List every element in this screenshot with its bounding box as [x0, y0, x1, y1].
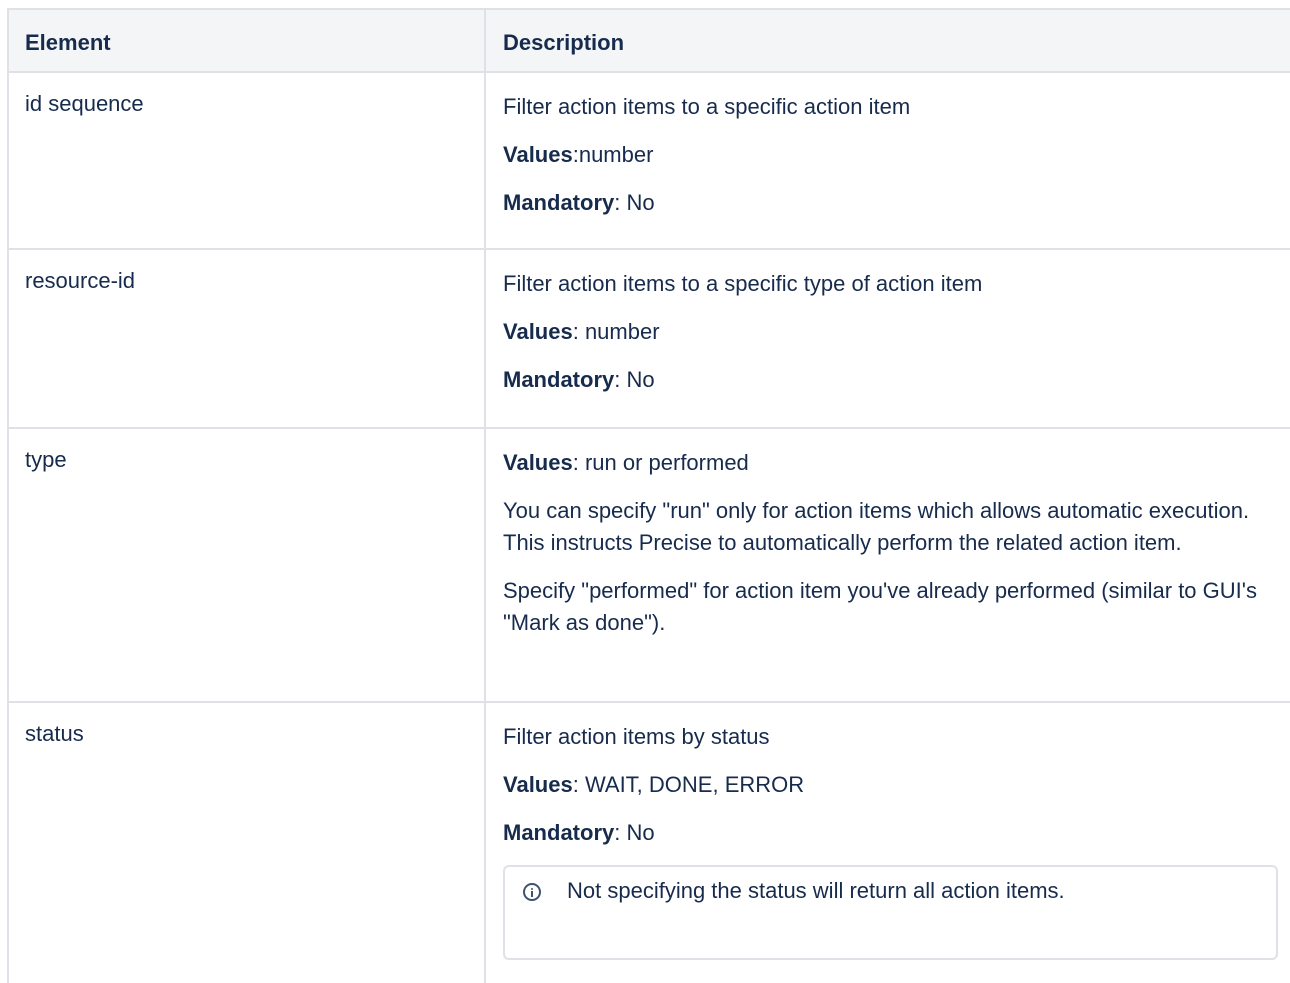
values-label: Values [503, 450, 573, 475]
values-value: : run or performed [572, 450, 749, 475]
element-cell: type [7, 427, 486, 703]
mandatory-value: : No [614, 367, 655, 392]
mandatory-line: Mandatory: No [503, 817, 1278, 849]
element-cell: resource-id [7, 248, 486, 429]
values-value: : WAIT, DONE, ERROR [572, 772, 805, 797]
parameters-table: Element Description id sequence Filter a… [7, 8, 1290, 983]
description-cell: Filter action items to a specific type o… [484, 248, 1290, 429]
mandatory-label: Mandatory [503, 190, 615, 215]
column-header-description: Description [484, 8, 1290, 73]
values-line: Values:number [503, 139, 1278, 171]
table-row: type Values: run or performed You can sp… [7, 427, 1290, 703]
description-text: Filter action items to a specific action… [503, 94, 911, 119]
description-cell: Filter action items by status Values: WA… [484, 701, 1290, 983]
mandatory-line: Mandatory: No [503, 187, 1278, 219]
values-line: Values: run or performed [503, 447, 1278, 479]
values-value: : number [572, 319, 660, 344]
table-header-row: Element Description [7, 8, 1290, 73]
values-line: Values: WAIT, DONE, ERROR [503, 769, 1278, 801]
page: Element Description id sequence Filter a… [0, 0, 1290, 983]
table-row: id sequence Filter action items to a spe… [7, 71, 1290, 250]
mandatory-label: Mandatory [503, 367, 615, 392]
values-label: Values [503, 772, 573, 797]
table-row: resource-id Filter action items to a spe… [7, 248, 1290, 429]
description-text: Filter action items to a specific type o… [503, 271, 983, 296]
values-label: Values [503, 142, 573, 167]
values-value: :number [572, 142, 654, 167]
info-circle-icon [523, 883, 541, 901]
table-row: status Filter action items by status Val… [7, 701, 1290, 983]
run-explanation: You can specify "run" only for action it… [503, 498, 1250, 555]
description-cell: Values: run or performed You can specify… [484, 427, 1290, 703]
mandatory-value: : No [614, 820, 655, 845]
description-cell: Filter action items to a specific action… [484, 71, 1290, 250]
info-text: Not specifying the status will return al… [567, 878, 1065, 903]
element-cell: id sequence [7, 71, 486, 250]
values-label: Values [503, 319, 573, 344]
element-cell: status [7, 701, 486, 983]
values-line: Values: number [503, 316, 1278, 348]
mandatory-value: : No [614, 190, 655, 215]
description-text: Filter action items by status [503, 724, 770, 749]
mandatory-label: Mandatory [503, 820, 615, 845]
mandatory-line: Mandatory: No [503, 364, 1278, 396]
column-header-element: Element [7, 8, 486, 73]
info-panel: Not specifying the status will return al… [503, 865, 1278, 960]
performed-explanation: Specify "performed" for action item you'… [503, 578, 1257, 635]
